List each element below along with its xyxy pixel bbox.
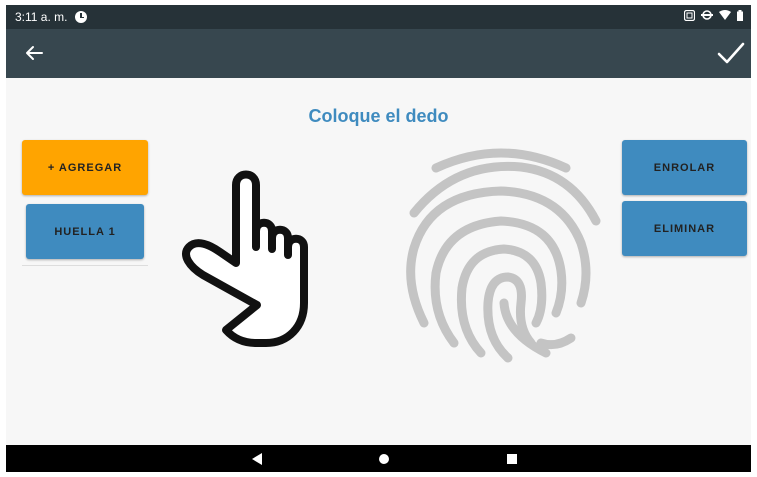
navigation-bar: [6, 445, 751, 472]
screenshot-icon: [684, 9, 695, 21]
clock-icon: [75, 11, 88, 23]
fingerprint-icon: [406, 148, 601, 363]
sync-icon: [701, 10, 713, 20]
wifi-icon: [719, 9, 731, 20]
check-icon[interactable]: [715, 37, 747, 69]
pointing-hand-icon: [182, 170, 308, 347]
status-bar: 3:11 a. m.: [6, 5, 751, 29]
back-triangle-icon[interactable]: [250, 452, 264, 466]
arrow-left-icon[interactable]: [22, 41, 46, 65]
recents-square-icon[interactable]: [507, 454, 517, 464]
enroll-button[interactable]: ENROLAR: [622, 140, 747, 195]
fingerprint-item-huella-1[interactable]: HUELLA 1: [26, 204, 144, 259]
status-icons: [684, 9, 743, 21]
delete-button[interactable]: ELIMINAR: [622, 201, 747, 256]
app-bar: [6, 29, 751, 78]
add-fingerprint-button[interactable]: + AGREGAR: [22, 140, 148, 195]
page-title: Coloque el dedo: [308, 106, 449, 126]
status-time: 3:11 a. m.: [15, 10, 68, 24]
battery-icon: [737, 9, 743, 21]
list-divider: [22, 265, 148, 266]
home-circle-icon[interactable]: [379, 454, 389, 464]
screen: 3:11 a. m. Coloque el dedo + AGREGAR HUE…: [6, 5, 751, 472]
